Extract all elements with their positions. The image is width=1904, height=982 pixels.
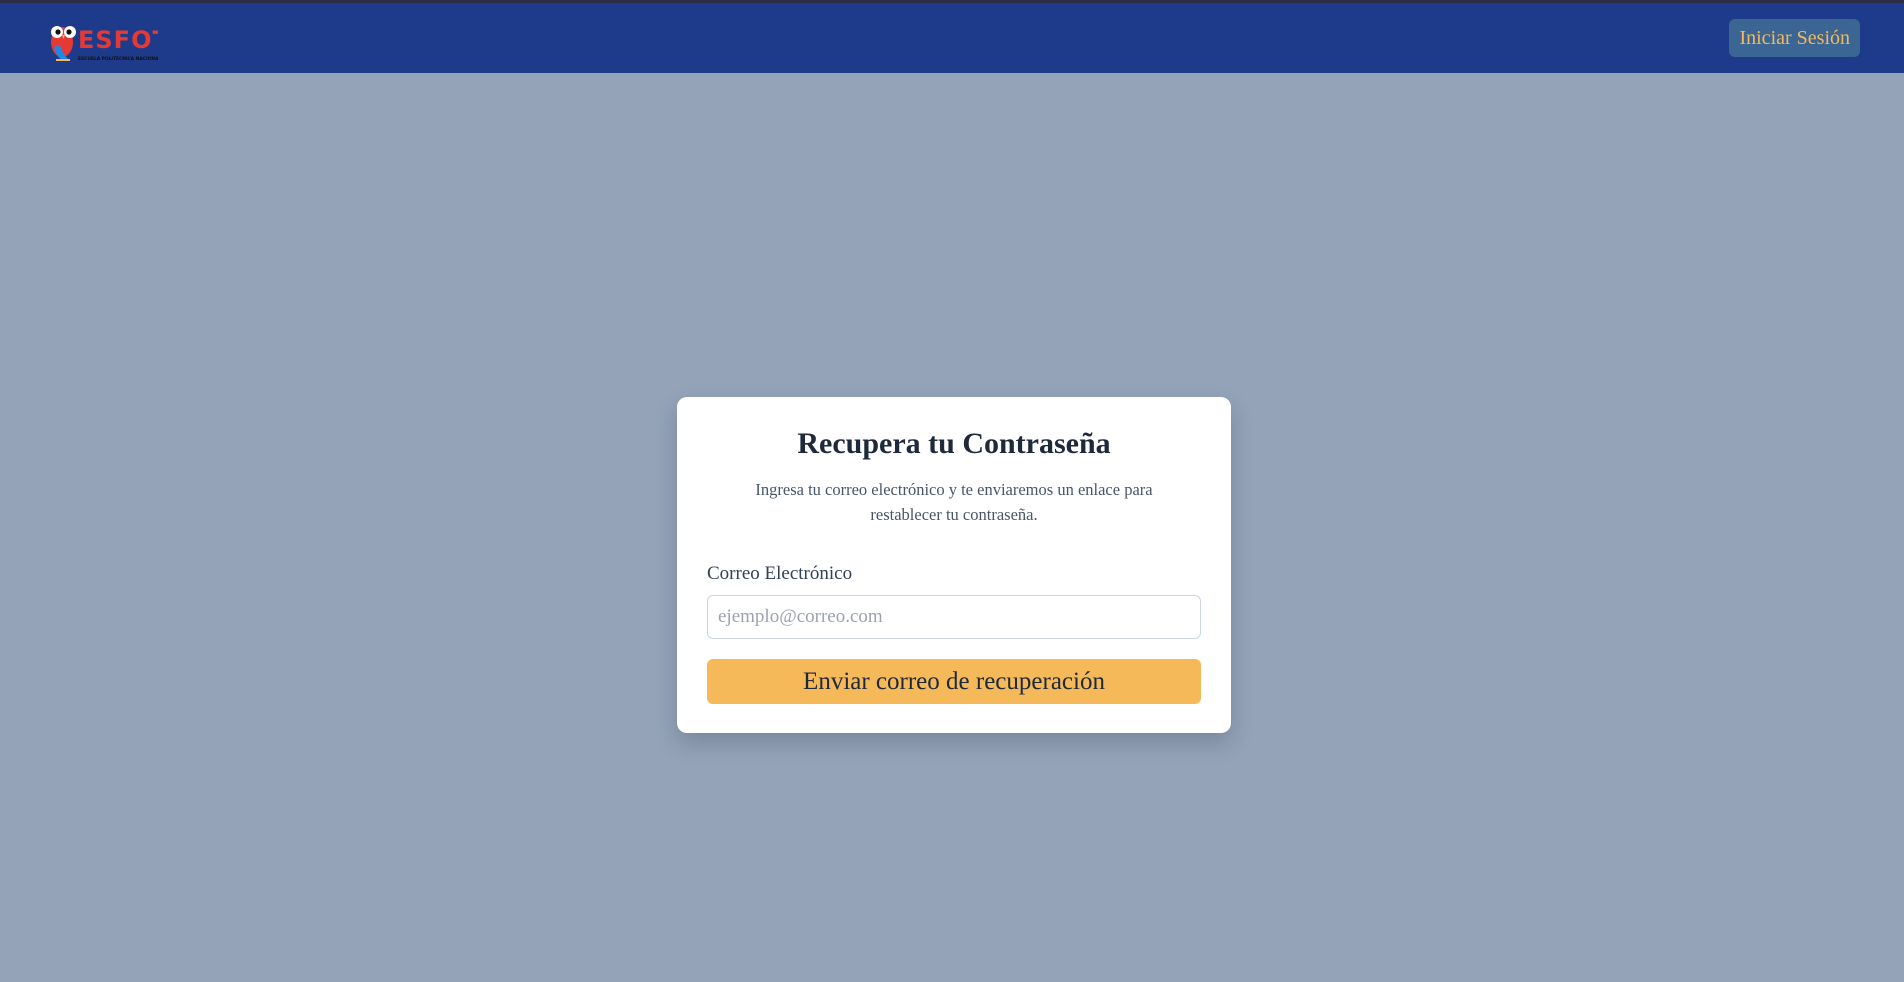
- login-button[interactable]: Iniciar Sesión: [1729, 19, 1860, 57]
- email-input[interactable]: [707, 595, 1201, 639]
- owl-icon: ESFOT ESCUELA POLITÉCNICA NACIONAL: [51, 26, 169, 62]
- navbar: ESFOT ESCUELA POLITÉCNICA NACIONAL Inici…: [0, 3, 1904, 73]
- svg-text:ESCUELA POLITÉCNICA NACIONAL: ESCUELA POLITÉCNICA NACIONAL: [78, 54, 158, 62]
- send-recovery-email-button[interactable]: Enviar correo de recuperación: [707, 659, 1201, 704]
- email-label: Correo Electrónico: [707, 563, 853, 584]
- password-recovery-card: Recupera tu Contraseña Ingresa tu correo…: [677, 397, 1231, 733]
- svg-text:ESFOT: ESFOT: [78, 26, 158, 54]
- recovery-description: Ingresa tu correo electrónico y te envia…: [755, 480, 1153, 524]
- page-title: Recupera tu Contraseña: [797, 427, 1111, 460]
- esfot-logo[interactable]: ESFOT ESCUELA POLITÉCNICA NACIONAL: [48, 17, 169, 65]
